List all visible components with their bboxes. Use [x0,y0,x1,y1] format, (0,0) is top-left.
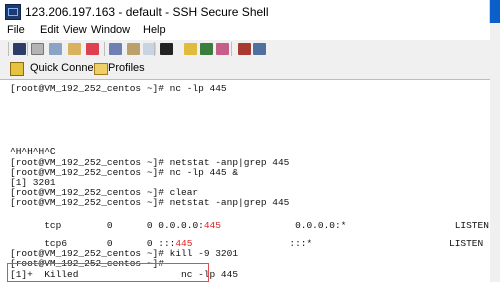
terminal-line: [root@VM_192_252_centos ~]# nc -lp 445 [10,83,227,94]
profiles-button[interactable]: Profiles [108,62,145,74]
menu-file[interactable]: File [7,24,25,36]
toolbar-separator [27,42,28,56]
terminal-text: :::* LISTEN 3201/nc [289,238,484,249]
settings-icon[interactable] [216,43,229,55]
menu-help[interactable]: Help [143,24,166,36]
paste-icon[interactable] [127,43,140,55]
copy-icon[interactable] [109,43,122,55]
menu-edit[interactable]: Edit [40,24,59,36]
keys-icon[interactable] [238,43,251,55]
terminal-pane[interactable]: [root@VM_192_252_centos ~]# nc -lp 445 ^… [0,79,490,282]
quick-connect-button[interactable]: Quick Connect [30,62,102,74]
toolbar-separator [231,42,232,56]
toolbar-separator [104,42,105,56]
find-icon[interactable] [160,43,173,55]
menu-view[interactable]: View [63,24,87,36]
save-icon[interactable] [13,43,26,55]
toolbar-separator [154,42,155,56]
transfer-icon[interactable] [200,43,213,55]
annotation-box [7,263,209,282]
quick-connect-icon[interactable] [10,62,24,76]
menu-window[interactable]: Window [91,24,130,36]
toolbar [0,40,490,59]
toolbar-separator [8,42,9,56]
ssh-app-icon [5,4,21,20]
profile-bar: Quick Connect Profiles [0,58,490,80]
ssh-window: 123.206.197.163 - default - SSH Secure S… [0,0,500,282]
delete-icon[interactable] [86,43,99,55]
menu-bar: File Edit View Window Help [0,23,490,41]
window-edge-accent [490,0,500,23]
title-bar[interactable]: 123.206.197.163 - default - SSH Secure S… [0,0,500,24]
preview-icon[interactable] [49,43,62,55]
new-folder-icon[interactable] [184,43,197,55]
new-file-icon[interactable] [68,43,81,55]
window-title: 123.206.197.163 - default - SSH Secure S… [25,5,269,19]
profiles-icon[interactable] [94,63,108,75]
help-icon[interactable] [253,43,266,55]
print-icon[interactable] [31,43,44,55]
